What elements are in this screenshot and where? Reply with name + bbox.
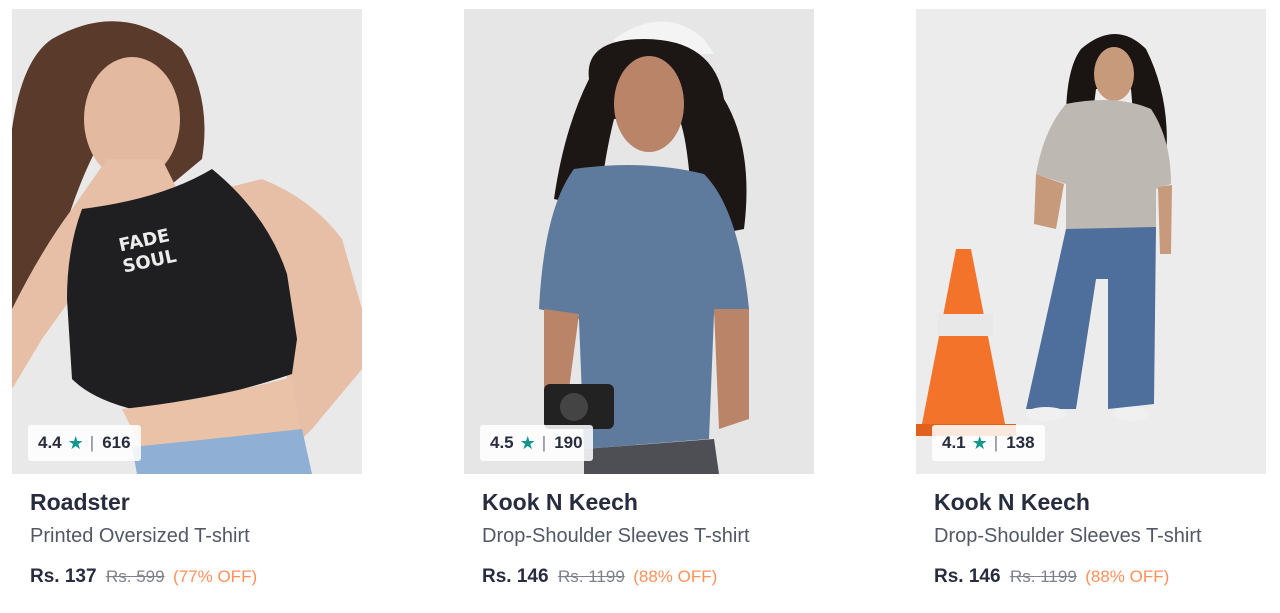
rating-count: 138 [1006,433,1035,452]
rating-value: 4.4 [38,433,62,452]
product-price: Rs. 137 [30,566,97,587]
product-info[interactable]: Kook N Keech Drop-Shoulder Sleeves T-shi… [482,487,812,590]
product-name: Drop-Shoulder Sleeves T-shirt [482,525,750,547]
product-image[interactable]: FADE SOUL 4.4 ★ | 616 [12,9,362,474]
product-price: Rs. 146 [934,566,1001,587]
rating-separator: | [541,433,547,452]
product-discount: (88% OFF) [633,567,718,586]
price-row: Rs. 146 Rs. 1199 (88% OFF) [482,564,812,590]
product-discount: (88% OFF) [1085,567,1170,586]
rating-count: 616 [102,433,131,452]
rating-count: 190 [554,433,583,452]
rating-badge: 4.4 ★ | 616 [28,425,141,461]
product-image[interactable]: 4.1 ★ | 138 [916,9,1266,474]
product-mrp: Rs. 599 [106,567,165,586]
product-card[interactable]: FADE SOUL 4.4 ★ | 616 Roadster Printed O… [12,9,362,609]
rating-value: 4.1 [942,433,966,452]
product-name: Drop-Shoulder Sleeves T-shirt [934,525,1202,547]
rating-separator: | [89,433,95,452]
price-row: Rs. 137 Rs. 599 (77% OFF) [30,564,360,590]
product-photo-placeholder: FADE SOUL [12,21,362,474]
star-icon: ★ [971,432,988,453]
rating-value: 4.5 [490,433,514,452]
product-card[interactable]: 4.1 ★ | 138 Kook N Keech Drop-Shoulder S… [916,9,1266,609]
rating-separator: | [993,433,999,452]
product-discount: (77% OFF) [173,567,258,586]
price-row: Rs. 146 Rs. 1199 (88% OFF) [934,564,1264,590]
product-brand: Roadster [30,489,130,515]
product-photo-placeholder [539,21,749,474]
product-info[interactable]: Kook N Keech Drop-Shoulder Sleeves T-shi… [934,487,1264,590]
product-info[interactable]: Roadster Printed Oversized T-shirt Rs. 1… [30,487,360,590]
product-mrp: Rs. 1199 [558,567,625,586]
product-brand: Kook N Keech [482,489,638,515]
product-image[interactable]: 4.5 ★ | 190 [464,9,814,474]
product-mrp: Rs. 1199 [1010,567,1077,586]
rating-badge: 4.5 ★ | 190 [480,425,593,461]
star-icon: ★ [519,432,536,453]
product-brand: Kook N Keech [934,489,1090,515]
rating-badge: 4.1 ★ | 138 [932,425,1045,461]
product-photo-placeholder [916,34,1172,436]
product-name: Printed Oversized T-shirt [30,525,250,547]
product-card[interactable]: 4.5 ★ | 190 Kook N Keech Drop-Shoulder S… [464,9,814,609]
star-icon: ★ [67,432,84,453]
product-price: Rs. 146 [482,566,549,587]
